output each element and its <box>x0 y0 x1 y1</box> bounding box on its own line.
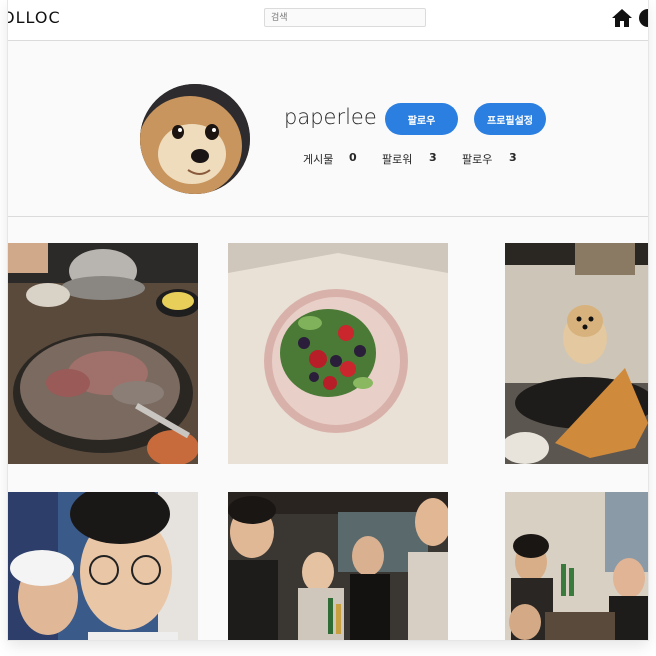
post-image <box>8 243 198 464</box>
stat-value: 3 <box>429 151 437 164</box>
post-tile-bbq[interactable] <box>8 243 198 464</box>
stat-following[interactable]: 팔로우 3 <box>462 151 517 167</box>
stat-label: 팔로워 <box>382 153 413 166</box>
home-icon[interactable] <box>611 8 633 28</box>
post-tile-cafe-group[interactable] <box>228 492 448 640</box>
post-image <box>228 492 448 640</box>
post-tile-selfie[interactable] <box>8 492 198 640</box>
top-nav: OLLOC <box>8 0 648 41</box>
app-frame: OLLOC paperlee 팔로우 프로필설정 게시물 0 팔로워 3 <box>8 0 648 640</box>
app-logo[interactable]: OLLOC <box>8 8 61 27</box>
stat-posts: 게시물 0 <box>303 151 357 167</box>
avatar-dog-image <box>140 84 250 194</box>
profile-username: paperlee <box>284 105 377 129</box>
post-tile-dinner-group[interactable] <box>505 492 648 640</box>
stat-value: 3 <box>509 151 517 164</box>
header-divider <box>8 216 648 217</box>
post-tile-dog[interactable] <box>505 243 648 464</box>
post-image <box>228 243 448 464</box>
stat-followers[interactable]: 팔로워 3 <box>382 151 437 167</box>
post-image <box>505 243 648 464</box>
search-input[interactable] <box>264 8 426 27</box>
avatar <box>140 84 250 194</box>
profile-settings-button[interactable]: 프로필설정 <box>474 103 546 135</box>
stat-label: 게시물 <box>303 153 334 166</box>
follow-button[interactable]: 팔로우 <box>385 103 458 135</box>
post-tile-salad[interactable] <box>228 243 448 464</box>
stat-label: 팔로우 <box>462 153 493 166</box>
post-image <box>505 492 648 640</box>
user-icon[interactable] <box>639 9 648 27</box>
stat-value: 0 <box>349 151 357 164</box>
post-image <box>8 492 198 640</box>
